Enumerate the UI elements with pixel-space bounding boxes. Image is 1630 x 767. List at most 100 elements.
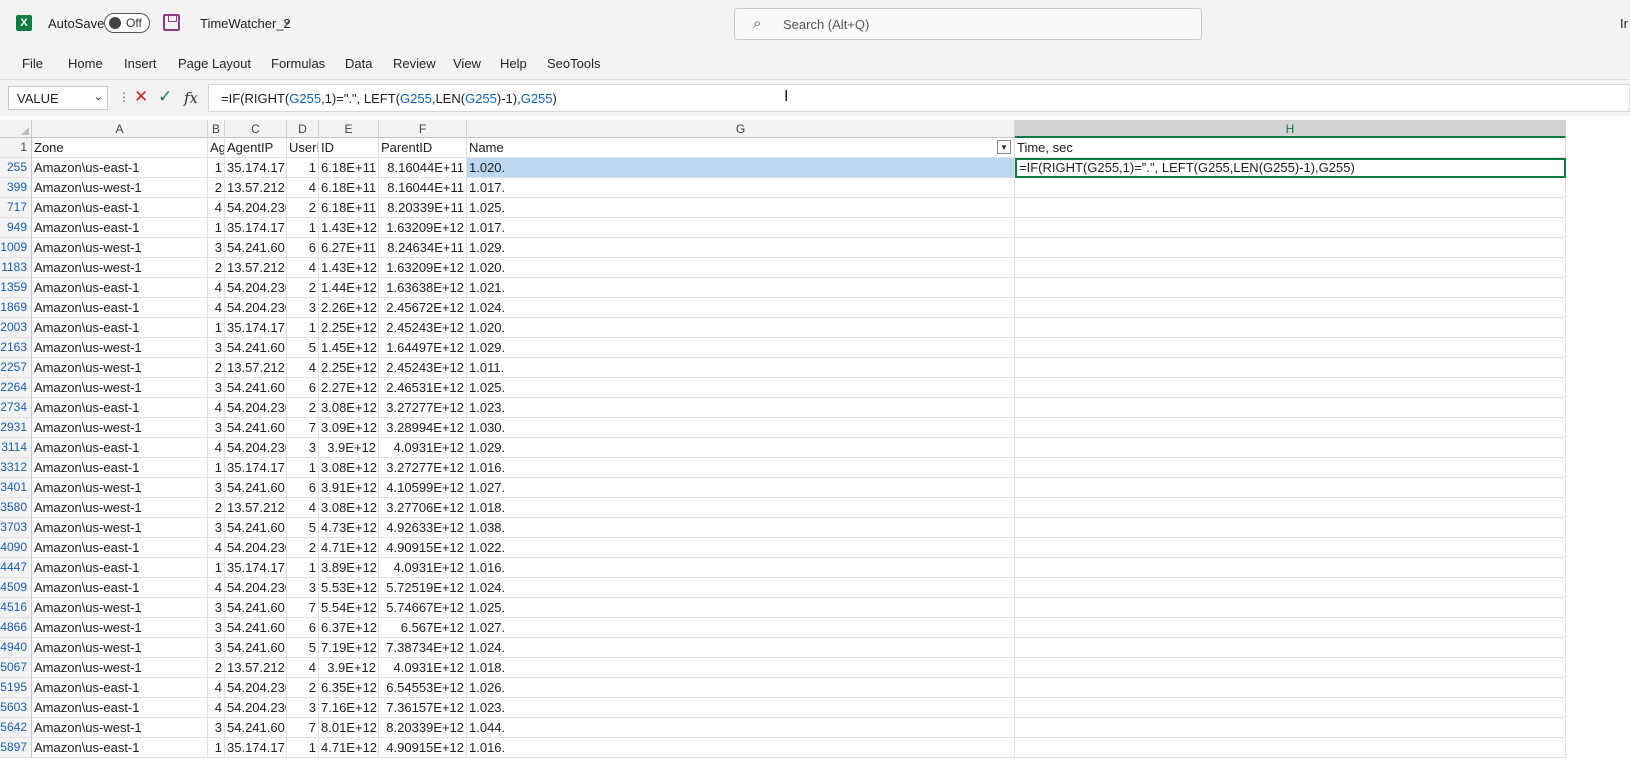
cell-h[interactable]: [1015, 658, 1566, 678]
cell-d[interactable]: 2: [287, 678, 319, 698]
cell-a[interactable]: Amazon\us-east-1: [32, 738, 208, 758]
cell-d[interactable]: 3: [287, 438, 319, 458]
cell-f[interactable]: 4.0931E+12: [379, 558, 467, 578]
document-title[interactable]: TimeWatcher_2: [200, 16, 291, 31]
cell-c[interactable]: 54.204.230: [225, 578, 287, 598]
cell-g[interactable]: 1.017.: [467, 218, 1015, 238]
cell-h[interactable]: [1015, 238, 1566, 258]
cell-c[interactable]: 54.241.60.: [225, 598, 287, 618]
cell-g[interactable]: 1.016.: [467, 558, 1015, 578]
save-icon[interactable]: [163, 14, 180, 31]
autosave-toggle[interactable]: Off: [104, 13, 150, 33]
cell-g[interactable]: 1.021.: [467, 278, 1015, 298]
cell-g[interactable]: 1.025.: [467, 598, 1015, 618]
cell-h[interactable]: [1015, 578, 1566, 598]
cell-g[interactable]: 1.027.: [467, 478, 1015, 498]
cell-a[interactable]: Amazon\us-east-1: [32, 538, 208, 558]
cell-d[interactable]: 6: [287, 478, 319, 498]
tab-page-layout[interactable]: Page Layout: [178, 56, 251, 71]
column-header-h[interactable]: H: [1015, 120, 1566, 138]
cell-g[interactable]: 1.030.: [467, 418, 1015, 438]
column-header-d[interactable]: D: [287, 120, 319, 138]
cell-f[interactable]: 4.92633E+12: [379, 518, 467, 538]
cell-h[interactable]: [1015, 698, 1566, 718]
cell-f[interactable]: 1.63209E+12: [379, 258, 467, 278]
cell-c[interactable]: 13.57.212.: [225, 258, 287, 278]
formula-input[interactable]: =IF(RIGHT(G255,1)=".", LEFT(G255,LEN(G25…: [208, 84, 1630, 112]
cell-e[interactable]: 6.27E+11: [319, 238, 379, 258]
cell-d[interactable]: 1: [287, 158, 319, 178]
cell-c[interactable]: 13.57.212.: [225, 658, 287, 678]
cell-a[interactable]: Amazon\us-east-1: [32, 298, 208, 318]
cell-e[interactable]: 6.35E+12: [319, 678, 379, 698]
cell-a[interactable]: Amazon\us-west-1: [32, 378, 208, 398]
cell-d[interactable]: 7: [287, 718, 319, 738]
cell-a[interactable]: Amazon\us-west-1: [32, 238, 208, 258]
cell-b[interactable]: 1: [208, 218, 225, 238]
cell-c[interactable]: 54.204.230: [225, 198, 287, 218]
cell-h[interactable]: [1015, 638, 1566, 658]
column-title-f[interactable]: ParentID: [379, 138, 467, 158]
user-initials[interactable]: Ir: [1620, 16, 1628, 31]
row-number[interactable]: 949: [0, 218, 32, 238]
cell-c[interactable]: 54.241.60.: [225, 378, 287, 398]
fx-icon[interactable]: fx: [184, 89, 198, 107]
cell-h[interactable]: [1015, 358, 1566, 378]
cell-f[interactable]: 8.20339E+11: [379, 198, 467, 218]
cell-h[interactable]: =IF(RIGHT(G255,1)=".", LEFT(G255,LEN(G25…: [1015, 158, 1566, 178]
row-number[interactable]: 5195: [0, 678, 32, 698]
cell-b[interactable]: 1: [208, 158, 225, 178]
cell-a[interactable]: Amazon\us-west-1: [32, 638, 208, 658]
cell-f[interactable]: 4.90915E+12: [379, 738, 467, 758]
cell-e[interactable]: 4.71E+12: [319, 738, 379, 758]
tab-insert[interactable]: Insert: [124, 56, 157, 71]
cell-e[interactable]: 3.89E+12: [319, 558, 379, 578]
column-title-b[interactable]: Ag: [208, 138, 225, 158]
column-header-g[interactable]: G: [467, 120, 1015, 138]
cell-b[interactable]: 3: [208, 418, 225, 438]
search-box[interactable]: ⌕ Search (Alt+Q): [734, 8, 1202, 40]
row-number[interactable]: 2734: [0, 398, 32, 418]
row-number[interactable]: 5897: [0, 738, 32, 758]
cell-e[interactable]: 4.71E+12: [319, 538, 379, 558]
cell-b[interactable]: 1: [208, 318, 225, 338]
cell-e[interactable]: 1.44E+12: [319, 278, 379, 298]
cell-b[interactable]: 2: [208, 498, 225, 518]
cell-d[interactable]: 5: [287, 338, 319, 358]
cell-g[interactable]: 1.022.: [467, 538, 1015, 558]
tab-view[interactable]: View: [453, 56, 481, 71]
cell-a[interactable]: Amazon\us-west-1: [32, 618, 208, 638]
cell-f[interactable]: 7.36157E+12: [379, 698, 467, 718]
tab-review[interactable]: Review: [393, 56, 436, 71]
cell-h[interactable]: [1015, 518, 1566, 538]
cell-b[interactable]: 4: [208, 198, 225, 218]
cell-a[interactable]: Amazon\us-west-1: [32, 258, 208, 278]
cell-h[interactable]: [1015, 498, 1566, 518]
cell-f[interactable]: 3.27706E+12: [379, 498, 467, 518]
cell-g[interactable]: 1.029.: [467, 438, 1015, 458]
cell-g[interactable]: 1.027.: [467, 618, 1015, 638]
cell-h[interactable]: [1015, 718, 1566, 738]
cell-h[interactable]: [1015, 218, 1566, 238]
row-number[interactable]: 1183: [0, 258, 32, 278]
cell-a[interactable]: Amazon\us-west-1: [32, 418, 208, 438]
cell-d[interactable]: 4: [287, 178, 319, 198]
cell-b[interactable]: 3: [208, 518, 225, 538]
row-number[interactable]: 5642: [0, 718, 32, 738]
cell-g[interactable]: 1.016.: [467, 738, 1015, 758]
cell-d[interactable]: 1: [287, 318, 319, 338]
cell-f[interactable]: 8.16044E+11: [379, 178, 467, 198]
cell-e[interactable]: 1.43E+12: [319, 218, 379, 238]
cell-f[interactable]: 4.0931E+12: [379, 658, 467, 678]
cell-h[interactable]: [1015, 598, 1566, 618]
cell-g[interactable]: 1.025.: [467, 378, 1015, 398]
cell-d[interactable]: 4: [287, 658, 319, 678]
cell-g[interactable]: 1.044.: [467, 718, 1015, 738]
cell-e[interactable]: 3.9E+12: [319, 658, 379, 678]
row-number[interactable]: 2931: [0, 418, 32, 438]
cell-h[interactable]: [1015, 278, 1566, 298]
cell-c[interactable]: 35.174.171: [225, 458, 287, 478]
cell-h[interactable]: [1015, 538, 1566, 558]
row-number[interactable]: 255: [0, 158, 32, 178]
cell-c[interactable]: 54.204.230: [225, 278, 287, 298]
